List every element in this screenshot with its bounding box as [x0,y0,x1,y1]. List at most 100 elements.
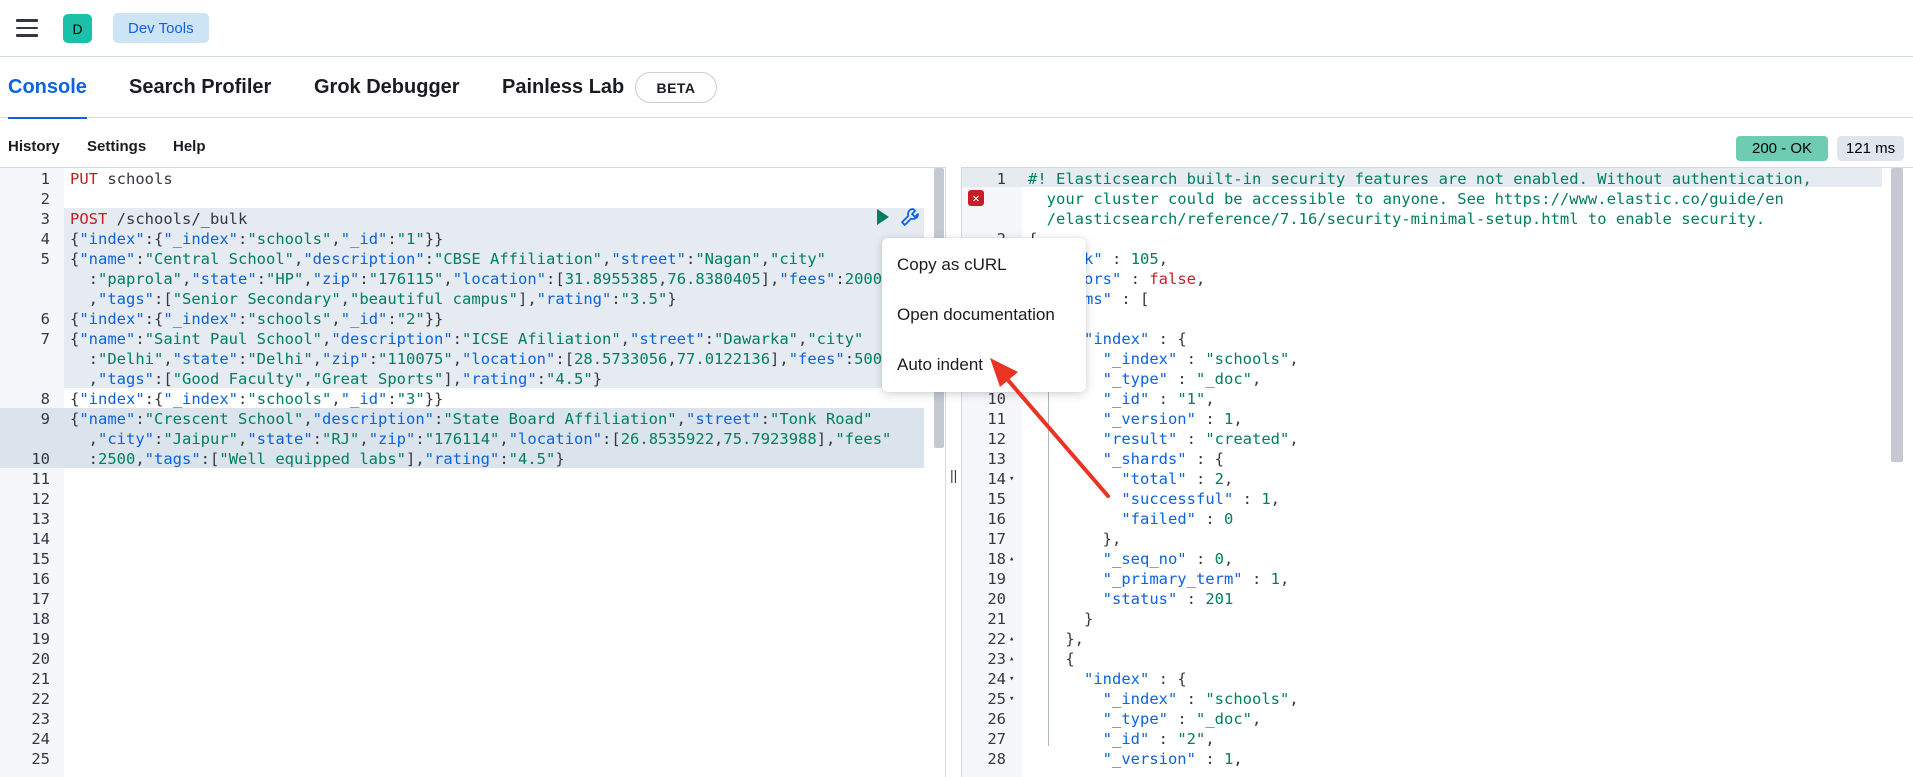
fold-toggle-icon[interactable]: ▴ [1009,654,1014,664]
code-line: ,"city":"Jaipur","state":"RJ","zip":"176… [70,430,892,448]
tab-search-profiler[interactable]: Search Profiler [129,57,271,118]
line-number: 22 [31,690,50,708]
line-number: 15 [31,550,50,568]
response-line: "failed" : 0 [1121,510,1234,528]
line-number: 28 [987,750,1006,768]
fold-toggle-icon[interactable]: ▾ [1009,474,1014,484]
open-documentation-item[interactable]: Open documentation [897,305,1055,325]
response-line: } [1028,610,1094,628]
line-number: 21 [987,610,1006,628]
code-line: ,"tags":["Good Faculty","Great Sports"],… [70,370,603,388]
line-number: 10 [987,390,1006,408]
line-number: 10 [31,450,50,468]
line-number: 18 [987,550,1006,568]
help-link[interactable]: Help [173,138,206,155]
response-line: "_id" : "2", [1102,730,1215,748]
fold-toggle-icon[interactable]: ▾ [1009,674,1014,684]
line-number: 17 [31,590,50,608]
beta-badge: BETA [635,72,717,103]
code-line: {"name":"Saint Paul School","description… [70,330,864,348]
auto-indent-item[interactable]: Auto indent [897,355,983,375]
line-number: 12 [31,490,50,508]
response-line: #! Elasticsearch built-in security featu… [1028,170,1812,188]
response-editor[interactable]: ✕ 1 #! Elasticsearch built-in security fe… [962,167,1913,777]
line-number: 2 [40,190,50,208]
tab-console[interactable]: Console [8,57,87,119]
fold-toggle-icon[interactable]: ▾ [1009,694,1014,704]
resizer-grip-icon: || [950,467,958,483]
settings-link[interactable]: Settings [87,138,146,155]
line-number: 20 [31,650,50,668]
dev-tools-tabs: Console Search Profiler Grok Debugger Pa… [0,57,1913,119]
menu-icon[interactable] [16,19,38,37]
line-number: 13 [31,510,50,528]
line-number: 5 [40,250,50,268]
response-line: "_shards" : { [1102,450,1224,468]
response-line: }, [1028,630,1084,648]
line-number: 1 [40,170,50,188]
response-line: }, [1028,530,1122,548]
play-icon[interactable] [877,209,889,225]
space-avatar[interactable]: D [63,14,92,43]
line-number: 21 [31,670,50,688]
line-number: 11 [987,410,1006,428]
code-line: {"index":{"_index":"schools","_id":"2"}} [70,310,444,328]
response-line: "_index" : "schools", [1102,690,1299,708]
line-number: 16 [31,570,50,588]
line-number: 24 [987,670,1006,688]
line-number: 27 [987,730,1006,748]
line-number: 8 [40,390,50,408]
request-editor[interactable]: 1 PUT schools 2 3 POST /schools/_bulk 4 {"inde… [0,167,945,777]
line-number: 24 [31,730,50,748]
response-line: "_seq_no" : 0, [1102,550,1234,568]
top-header: D Dev Tools [0,0,1913,57]
line-number: 11 [31,470,50,488]
line-number: 25 [31,750,50,768]
response-line: "_type" : "_doc", [1102,710,1262,728]
status-badge: 200 - OK [1736,136,1828,161]
line-number: 9 [40,410,50,428]
line-number: 19 [987,570,1006,588]
tab-grok-debugger[interactable]: Grok Debugger [314,57,460,118]
code-line: ,"tags":["Senior Secondary","beautiful c… [70,290,677,308]
line-number: 15 [987,490,1006,508]
fold-toggle-icon[interactable]: ▴ [1009,634,1014,644]
code-line: {"index":{"_index":"schools","_id":"1"}} [70,230,444,248]
line-number: 23 [987,650,1006,668]
line-number: 22 [987,630,1006,648]
history-link[interactable]: History [8,138,60,155]
response-line: "successful" : 1, [1121,490,1281,508]
line-number: 20 [987,590,1006,608]
response-line: "total" : 2, [1121,470,1234,488]
response-line: "_version" : 1, [1102,750,1243,768]
line-number: 23 [31,710,50,728]
response-scrollbar[interactable] [1891,168,1903,462]
breadcrumb-dev-tools[interactable]: Dev Tools [113,13,209,43]
code-line: :2500,"tags":["Well equipped labs"],"rat… [70,450,565,468]
line-number: 6 [40,310,50,328]
line-number: 16 [987,510,1006,528]
code-line: :"Delhi","state":"Delhi","zip":"110075",… [70,350,892,368]
response-time-badge: 121 ms [1837,136,1904,161]
fold-toggle-icon[interactable]: ▴ [1009,554,1014,564]
line-number: 25 [987,690,1006,708]
line-number: 1 [996,170,1006,188]
response-line: "_primary_term" : 1, [1102,570,1290,588]
line-number: 17 [987,530,1006,548]
code-line: {"name":"Crescent School","description":… [70,410,873,428]
code-line: {"index":{"_index":"schools","_id":"3"}} [70,390,444,408]
line-number: 12 [987,430,1006,448]
response-line: your cluster could be accessible to anyo… [1028,190,1784,208]
line-number: 14 [31,530,50,548]
line-number: 19 [31,630,50,648]
line-number: 7 [40,330,50,348]
response-line: "_id" : "1", [1102,390,1215,408]
code-line: PUT schools [70,170,173,188]
response-line: { [1028,650,1075,668]
wrench-icon[interactable] [899,206,921,228]
code-line: {"name":"Central School","description":"… [70,250,827,268]
copy-as-curl-item[interactable]: Copy as cURL [897,255,1007,275]
tab-painless-lab[interactable]: Painless Lab [502,57,624,118]
line-number: 18 [31,610,50,628]
response-line: "status" : 201 [1102,590,1234,608]
